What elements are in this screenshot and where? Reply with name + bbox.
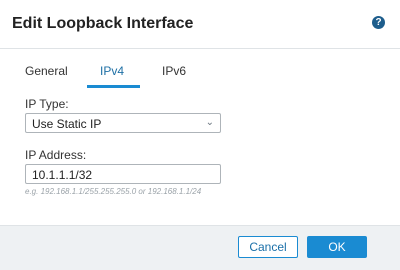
ip-address-hint: e.g. 192.168.1.1/255.255.255.0 or 192.16… [25,187,202,196]
dialog-title: Edit Loopback Interface [12,15,194,32]
active-tab-indicator [87,85,140,88]
ok-button[interactable]: OK [307,236,367,258]
ip-type-label: IP Type: [25,97,69,111]
dialog-footer: Cancel OK [0,225,400,270]
dialog-header: Edit Loopback Interface ? [0,0,400,49]
ip-address-value: 10.1.1.1/32 [32,168,93,182]
ip-address-label: IP Address: [25,148,87,162]
cancel-button[interactable]: Cancel [238,236,298,258]
tab-general[interactable]: General [25,64,68,78]
tab-bar: General IPv4 IPv6 [0,48,400,88]
ip-type-select[interactable]: Use Static IP ⌄ [25,113,221,133]
tab-ipv4[interactable]: IPv4 [100,64,124,78]
tab-ipv6[interactable]: IPv6 [162,64,186,78]
ip-address-input[interactable]: 10.1.1.1/32 [25,164,221,184]
chevron-down-icon: ⌄ [205,117,214,128]
help-icon[interactable]: ? [372,16,385,29]
edit-loopback-dialog: Edit Loopback Interface ? General IPv4 I… [0,0,400,270]
ip-type-selected-value: Use Static IP [32,117,102,131]
